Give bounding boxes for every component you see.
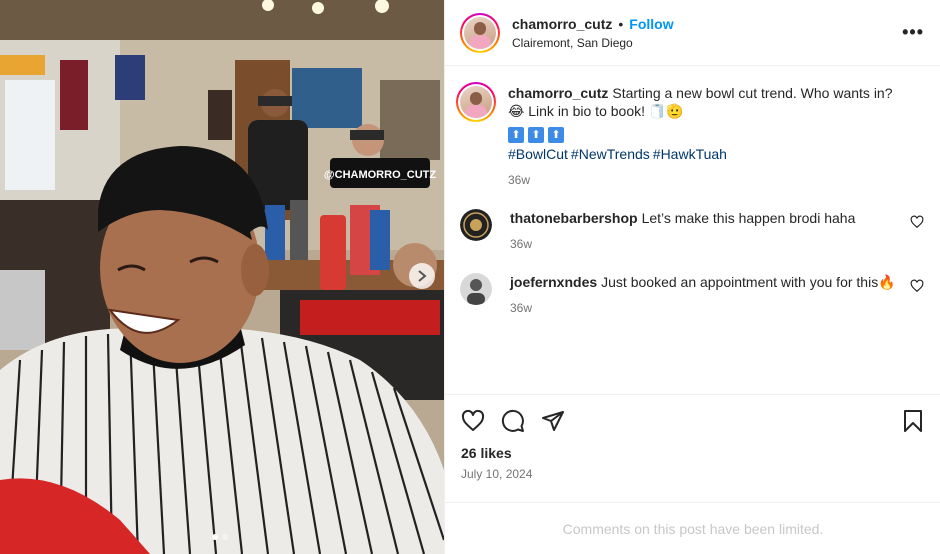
comments-list: chamorro_cutz Starting a new bowl cut tre… — [445, 66, 940, 393]
up-arrow-emoji: ⬆ — [548, 127, 564, 143]
carousel-dot — [222, 534, 228, 540]
hashtag-link[interactable]: #HawkTuah — [653, 146, 727, 162]
post-details-panel: chamorro_cutz • Follow Clairemont, San D… — [444, 0, 940, 554]
caption-username[interactable]: chamorro_cutz — [508, 85, 608, 101]
barbershop-photo: @CHAMORRO_CUTZ — [0, 0, 444, 554]
comment-item: joefernxndes Just booked an appointment w… — [460, 273, 924, 317]
author-username[interactable]: chamorro_cutz — [512, 16, 612, 32]
separator-dot: • — [618, 15, 624, 32]
commenter-avatar[interactable] — [460, 209, 492, 241]
heart-icon[interactable] — [461, 409, 485, 433]
avatar-image — [460, 86, 492, 118]
post-dialog: @CHAMORRO_CUTZ chamorro_cutz • Follow Cl… — [0, 0, 940, 554]
avatar-image — [464, 16, 496, 49]
comment-like-heart-icon[interactable] — [910, 279, 924, 293]
author-avatar[interactable] — [460, 12, 500, 53]
comment-username[interactable]: thatonebarbershop — [510, 210, 638, 226]
more-options-icon[interactable]: ••• — [902, 22, 924, 43]
comment-item: thatonebarbershop Let’s make this happen … — [460, 209, 924, 253]
comment-like-heart-icon[interactable] — [910, 215, 924, 229]
comments-limited-notice: Comments on this post have been limited. — [445, 502, 940, 554]
chevron-right-icon — [418, 270, 427, 282]
comment-icon[interactable] — [501, 409, 525, 433]
post-actions: 26 likes July 10, 2024 — [445, 394, 940, 481]
caption-hashtags: #BowlCut #NewTrends #HawkTuah — [508, 145, 900, 163]
post-location[interactable]: Clairemont, San Diego — [512, 36, 902, 50]
post-photo[interactable]: @CHAMORRO_CUTZ — [0, 0, 444, 554]
comment-username[interactable]: joefernxndes — [510, 274, 597, 290]
post-header: chamorro_cutz • Follow Clairemont, San D… — [445, 0, 940, 66]
caption-emoji-row: ⬆ ⬆ ⬆ — [508, 122, 900, 143]
up-arrow-emoji: ⬆ — [528, 127, 544, 143]
hashtag-link[interactable]: #NewTrends — [571, 146, 650, 162]
caption-avatar[interactable] — [456, 82, 496, 122]
bookmark-icon[interactable] — [901, 409, 925, 433]
post-date[interactable]: July 10, 2024 — [461, 467, 925, 481]
hashtag-link[interactable]: #BowlCut — [508, 146, 568, 162]
commenter-avatar[interactable] — [460, 273, 492, 305]
comment-time[interactable]: 36w — [510, 235, 900, 253]
comment-text: Just booked an appointment with you for … — [601, 274, 896, 290]
share-icon[interactable] — [541, 409, 565, 433]
carousel-next-button[interactable] — [409, 263, 435, 289]
follow-button[interactable]: Follow — [629, 16, 673, 32]
carousel-dots — [212, 534, 228, 540]
carousel-dot — [212, 534, 218, 540]
caption-time[interactable]: 36w — [508, 171, 900, 189]
comment-text: Let’s make this happen brodi haha — [641, 210, 856, 226]
caption: chamorro_cutz Starting a new bowl cut tre… — [456, 82, 924, 189]
comment-time[interactable]: 36w — [510, 299, 900, 317]
sign-text: @CHAMORRO_CUTZ — [324, 169, 436, 181]
up-arrow-emoji: ⬆ — [508, 127, 524, 143]
likes-count[interactable]: 26 likes — [461, 445, 925, 461]
